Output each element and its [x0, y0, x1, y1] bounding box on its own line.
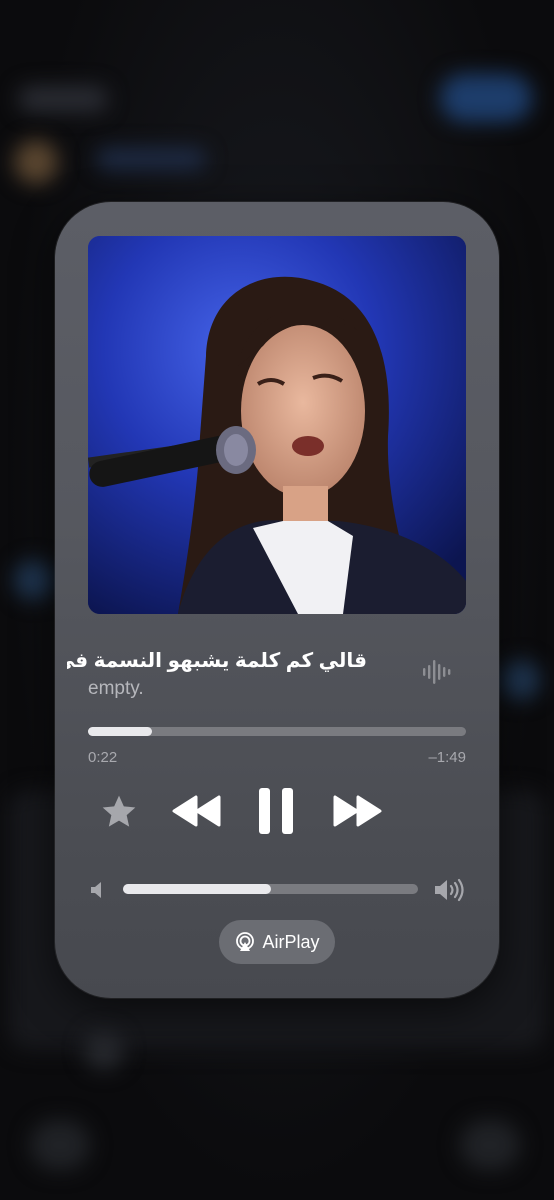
song-subtitle: empty.: [88, 678, 144, 699]
bg-blur: [84, 1030, 124, 1070]
album-artwork: [88, 236, 466, 614]
bg-blur: [14, 140, 58, 184]
airplay-label: AirPlay: [262, 931, 320, 952]
rewind-button[interactable]: [167, 788, 227, 834]
bg-blur: [440, 74, 532, 122]
bg-blur: [500, 660, 540, 700]
fast-forward-button[interactable]: [327, 788, 387, 834]
volume-low-icon: [91, 882, 101, 898]
star-icon: [102, 795, 136, 827]
volume-high-icon: [435, 878, 464, 902]
favorite-button[interactable]: [97, 790, 141, 834]
time-elapsed: 0:22: [88, 749, 118, 766]
bg-blur: [14, 560, 54, 600]
time-remaining: –1:49: [428, 749, 466, 766]
bg-blur: [96, 148, 206, 170]
progress-fill: [88, 727, 153, 736]
now-playing-card: قالي كم كلمة يشبهو النسمة في empty. 0:22…: [55, 202, 499, 998]
airplay-icon: [236, 932, 255, 951]
waveform-icon[interactable]: [421, 656, 453, 688]
volume-fill: [123, 884, 271, 894]
song-title: قالي كم كلمة يشبهو النسمة في: [67, 650, 367, 672]
bg-blur: [30, 1120, 90, 1170]
pause-icon: [259, 788, 293, 834]
pause-button[interactable]: [251, 782, 301, 840]
airplay-button[interactable]: AirPlay: [219, 920, 335, 964]
progress-slider[interactable]: [88, 727, 466, 736]
bg-blur: [18, 86, 108, 112]
volume-slider[interactable]: [123, 884, 418, 894]
rewind-icon: [172, 795, 221, 827]
screen: قالي كم كلمة يشبهو النسمة في empty. 0:22…: [0, 0, 554, 1200]
fast-forward-icon: [333, 795, 382, 827]
bg-blur: [460, 1120, 520, 1170]
